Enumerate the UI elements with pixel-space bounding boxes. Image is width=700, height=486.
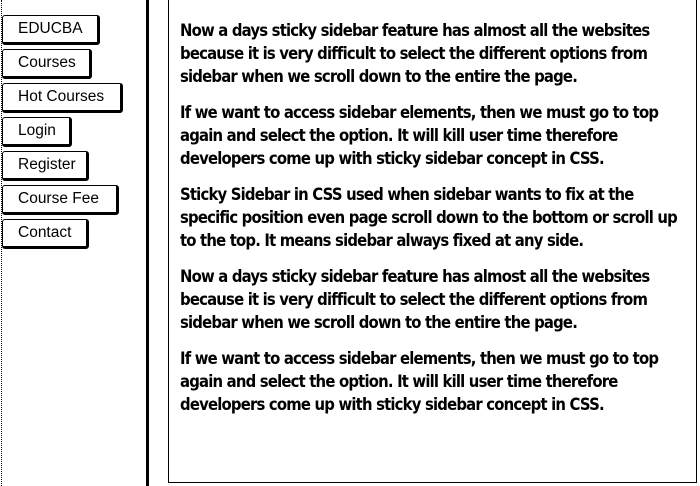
main-content: Now a days sticky sidebar feature has al… (168, 0, 697, 483)
sidebar-item-hot-courses[interactable]: Hot Courses (2, 83, 123, 113)
content-paragraph: Now a days sticky sidebar feature has al… (180, 21, 650, 86)
sidebar-item-educba[interactable]: EDUCBA (2, 15, 100, 45)
sidebar-item-contact[interactable]: Contact (2, 219, 89, 249)
vertical-divider (146, 0, 149, 486)
sidebar-item-register[interactable]: Register (2, 151, 89, 181)
sidebar-item-course-fee[interactable]: Course Fee (2, 185, 119, 215)
content-paragraph: If we want to access sidebar elements, t… (180, 103, 659, 168)
content-paragraph: Now a days sticky sidebar feature has al… (180, 267, 650, 332)
sidebar-item-login[interactable]: Login (2, 117, 72, 147)
content-paragraph: If we want to access sidebar elements, t… (180, 349, 659, 414)
sidebar-item-courses[interactable]: Courses (2, 49, 92, 79)
sidebar: EDUCBA Courses Hot Courses Login Registe… (0, 0, 140, 486)
content-paragraph: Sticky Sidebar in CSS used when sidebar … (180, 185, 678, 250)
